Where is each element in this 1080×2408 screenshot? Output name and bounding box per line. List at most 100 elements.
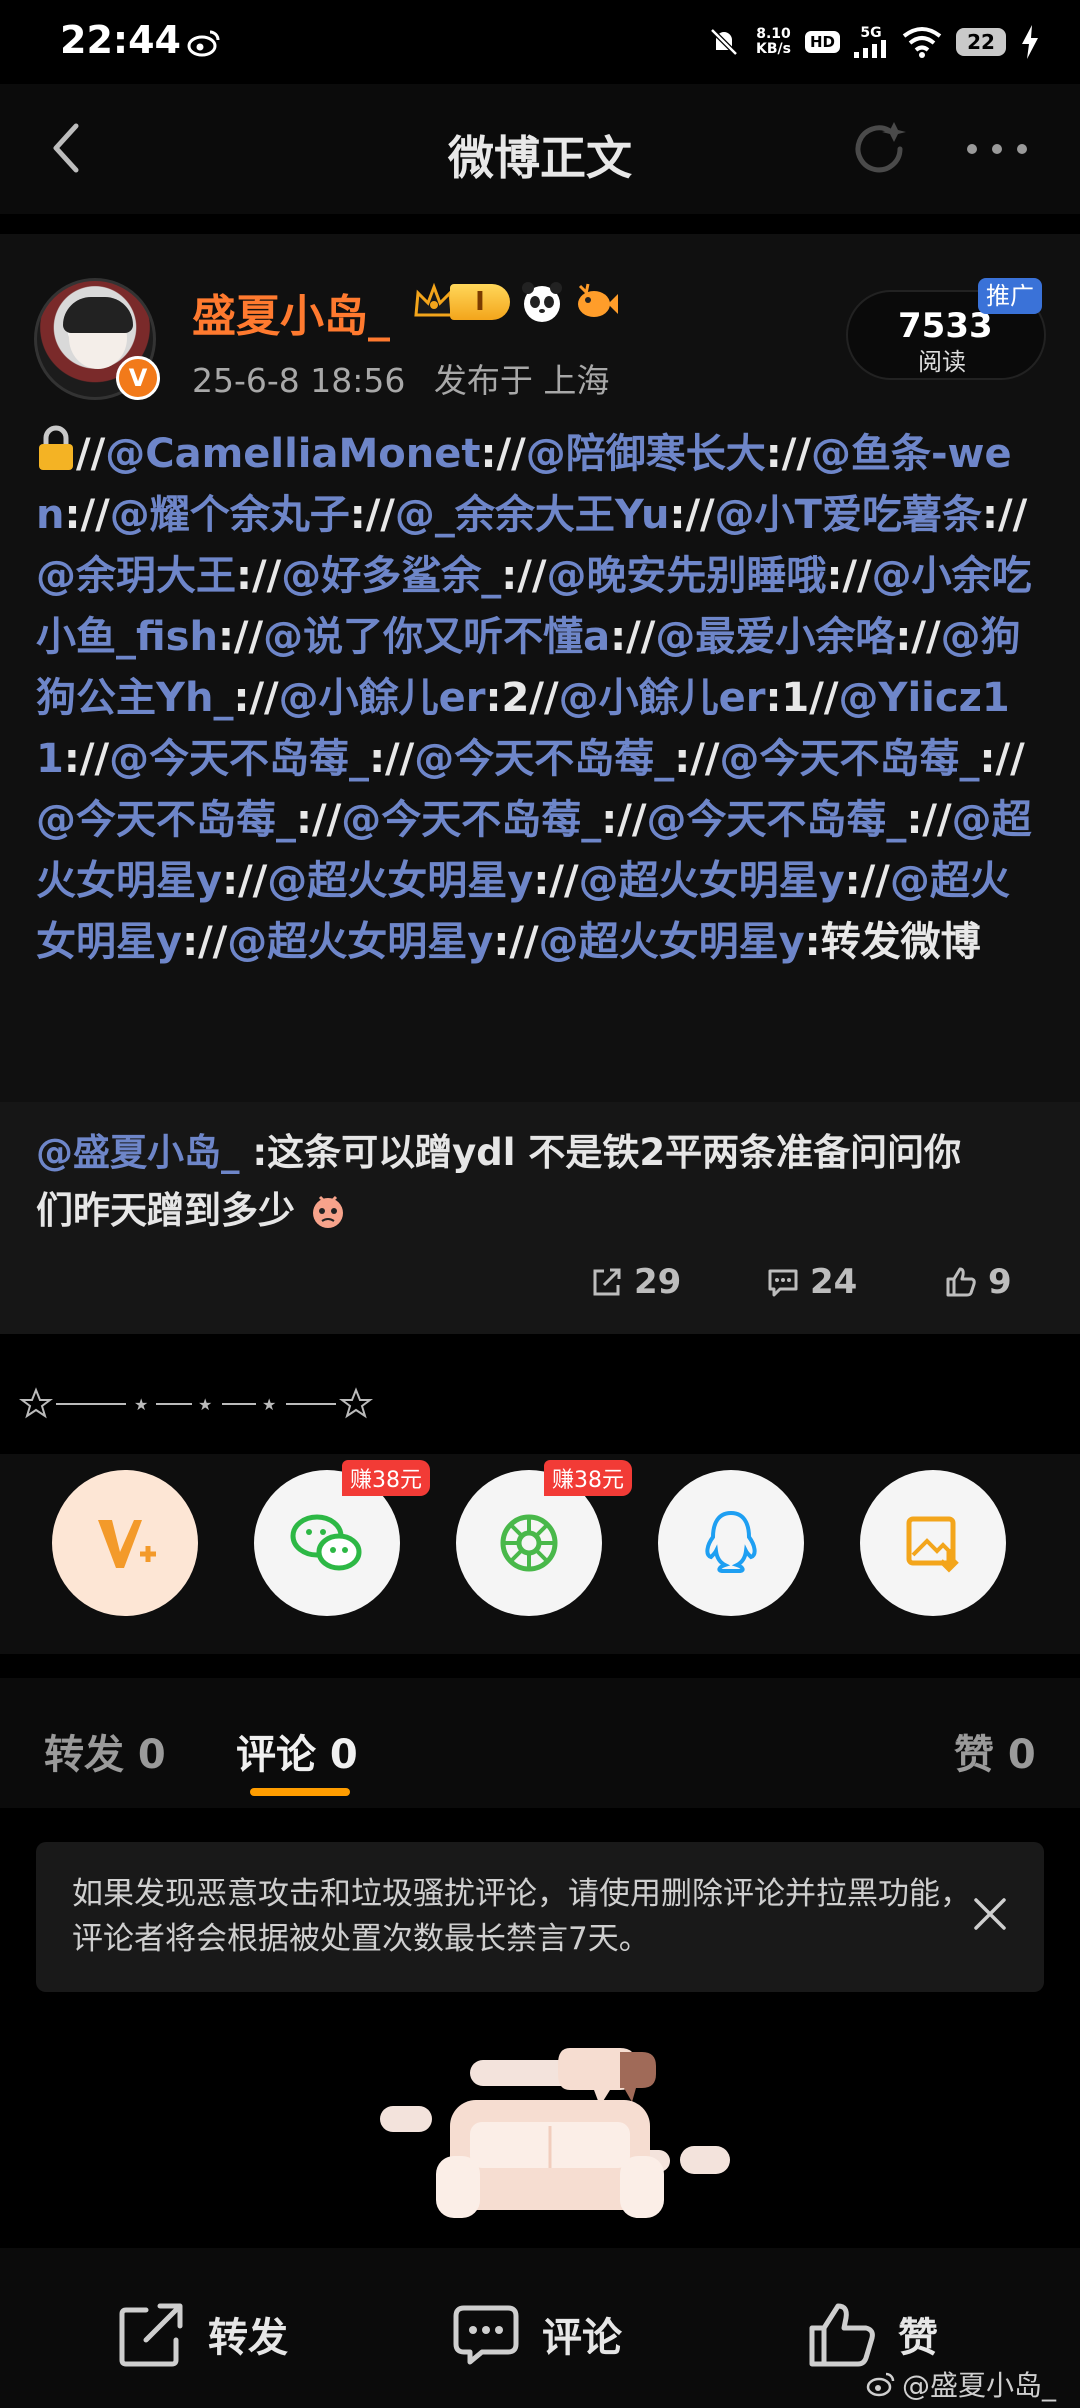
post-text-fragment: :// — [981, 492, 1028, 538]
post-text-fragment: :// — [296, 797, 342, 843]
post-text-fragment: :// — [765, 431, 811, 477]
post-text-fragment: :// — [493, 919, 539, 965]
svg-text:★: ★ — [262, 1395, 276, 1414]
svg-text:★: ★ — [134, 1395, 148, 1414]
bottom-like-button[interactable]: 赞 — [806, 2298, 938, 2370]
post-text-fragment: :// — [979, 736, 1025, 782]
mention-link[interactable]: @今天不岛莓_ — [646, 797, 906, 843]
post-text-segments: //@CamelliaMonet://@陪御寒长大://@鱼条-wen://@耀… — [36, 431, 1032, 965]
share-vplus-button[interactable] — [52, 1470, 198, 1616]
repost-count: 29 — [634, 1262, 682, 1302]
post-text-fragment: :// — [236, 553, 282, 599]
mention-link[interactable]: @小餘儿er — [279, 675, 486, 721]
post-card[interactable]: V 盛夏小岛_ I 25-6-8 18:56 发布于 上海 7533 阅读 推广… — [0, 234, 1080, 1334]
mention-link[interactable]: @小餘儿er — [559, 675, 766, 721]
comment-icon — [453, 2305, 519, 2365]
tab-comment[interactable]: 评论 0 — [236, 1722, 358, 1780]
post-text-fragment: :// — [610, 614, 656, 660]
signal-group: 5G — [854, 26, 888, 58]
post-text-fragment: :// — [64, 492, 110, 538]
read-count-label: 阅读 — [918, 348, 966, 376]
lock-icon — [36, 425, 76, 473]
bottom-comment-button[interactable]: 评论 — [450, 2298, 622, 2370]
mention-link[interactable]: @小T爱吃薯条 — [715, 492, 982, 538]
post-text-fragment: :// — [674, 736, 720, 782]
svg-text:★: ★ — [198, 1395, 212, 1414]
share-wechat-button[interactable]: 赚38元 — [254, 1460, 430, 1616]
mention-link[interactable]: @超火女明星y — [267, 858, 533, 904]
mention-link[interactable]: @超火女明星y — [227, 919, 493, 965]
status-icons: 8.10 KB/s HD 5G 22 — [706, 22, 1040, 62]
repost-icon — [593, 1268, 621, 1296]
post-text-fragment: :// — [501, 553, 547, 599]
save-image-button[interactable] — [860, 1470, 1006, 1616]
like-count: 9 — [988, 1262, 1012, 1302]
tab-repost[interactable]: 转发 0 — [44, 1722, 166, 1780]
member-level-badge: I — [412, 281, 510, 323]
mention-link[interactable]: @今天不岛莓_ — [36, 797, 296, 843]
mention-link[interactable]: @最爱小余咯 — [655, 614, 895, 660]
fish-emoji-icon — [578, 283, 618, 317]
post-date: 25-6-8 18:56 — [192, 361, 406, 400]
mention-link[interactable]: @说了你又听不懂a — [263, 614, 610, 660]
thumbs-up-icon — [809, 2303, 875, 2367]
post-text-fragment: :// — [233, 675, 279, 721]
mention-link[interactable]: @今天不岛莓_ — [341, 797, 601, 843]
author-badges: I — [412, 280, 618, 324]
post-text-fragment: :// — [480, 431, 526, 477]
mention-link[interactable]: @今天不岛莓_ — [720, 736, 980, 782]
mention-link[interactable]: @_余余大王Yu — [395, 492, 670, 538]
quoted-mention[interactable]: @盛夏小岛_ — [36, 1131, 240, 1174]
post-text-fragment: :// — [906, 797, 952, 843]
comment-notice: 如果发现恶意攻击和垃圾骚扰评论，请使用删除评论并拉黑功能，评论者将会根据被处置次… — [36, 1842, 1044, 1992]
mention-link[interactable]: @好多鲨余_ — [281, 553, 501, 599]
comment-count: 24 — [810, 1262, 858, 1302]
avatar-hair — [63, 297, 133, 333]
bottom-repost-label: 转发 — [208, 2315, 288, 2361]
share-moments-button[interactable]: 赚38元 — [456, 1460, 632, 1616]
post-text-fragment: :// — [844, 858, 890, 904]
mention-link[interactable]: @晚安先别睡哦 — [546, 553, 826, 599]
mention-link[interactable]: @超火女明星y — [539, 919, 805, 965]
net-speed: 8.10 KB/s — [756, 27, 791, 57]
vplus-icon — [98, 1520, 156, 1568]
post-text-fragment: :// — [669, 492, 715, 538]
mention-link[interactable]: @陪御寒长大 — [526, 431, 766, 477]
tab-like[interactable]: 赞 0 — [954, 1722, 1036, 1780]
empty-sofa-illustration — [380, 2048, 730, 2218]
refresh-icon[interactable] — [848, 118, 910, 180]
mention-link[interactable]: @CamelliaMonet — [105, 431, 480, 477]
mention-link[interactable]: @超火女明星y — [579, 858, 845, 904]
thumbs-up-icon — [946, 1267, 976, 1297]
panda-icon — [522, 282, 562, 322]
bottom-like-label: 赞 — [898, 2315, 938, 2361]
comment-stat[interactable]: 24 — [766, 1262, 857, 1302]
post-text-fragment: :// — [217, 614, 264, 660]
author-name[interactable]: 盛夏小岛_ — [192, 280, 390, 344]
verified-v-icon: V — [116, 356, 160, 400]
post-text-fragment: :// — [369, 736, 415, 782]
close-icon[interactable] — [970, 1894, 1010, 1934]
net-speed-unit: KB/s — [756, 41, 791, 57]
like-stat[interactable]: 9 — [944, 1262, 1012, 1302]
repost-icon — [119, 2303, 183, 2367]
signal-icon — [854, 40, 886, 58]
fish-face-emoji-icon — [312, 1195, 343, 1228]
mute-icon — [710, 28, 738, 56]
more-icon[interactable] — [962, 134, 1032, 164]
bottom-repost-button[interactable]: 转发 — [116, 2298, 288, 2370]
mention-link[interactable]: @耀个余丸子 — [110, 492, 350, 538]
earn-tag-wechat: 赚38元 — [342, 1460, 430, 1496]
post-stats: 29 24 9 — [0, 1262, 1080, 1312]
read-count: 7533 — [898, 306, 993, 346]
repost-stat[interactable]: 29 — [590, 1262, 681, 1302]
post-location: 发布于 上海 — [433, 361, 610, 400]
share-qq-button[interactable] — [658, 1470, 804, 1616]
promote-tag[interactable]: 推广 — [978, 278, 1042, 314]
moments-icon — [500, 1514, 558, 1572]
quoted-original[interactable]: @盛夏小岛_ :这条可以蹭ydl 不是铁2平两条准备问问你们昨天蹭到多少 29 — [0, 1102, 1080, 1334]
mention-link[interactable]: @今天不岛莓_ — [414, 736, 674, 782]
mention-link[interactable]: @今天不岛莓_ — [109, 736, 369, 782]
wechat-icon — [290, 1514, 362, 1571]
mention-link[interactable]: @余玥大王 — [36, 553, 236, 599]
